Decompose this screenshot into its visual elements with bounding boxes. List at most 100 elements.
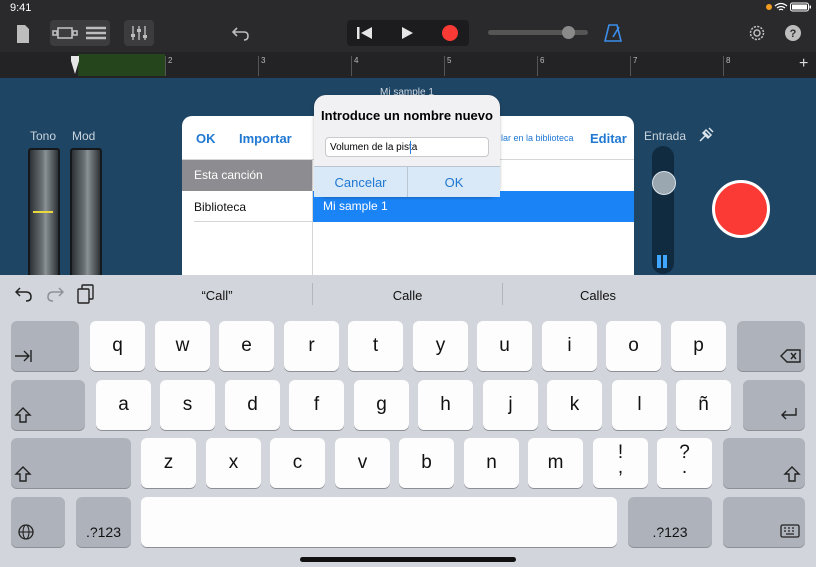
ruler-label: 7 bbox=[633, 56, 638, 65]
sidebar-item-label: Esta canción bbox=[194, 168, 263, 182]
delete-key[interactable] bbox=[737, 321, 805, 371]
key-w[interactable]: w bbox=[155, 321, 210, 371]
battery-icon bbox=[790, 2, 811, 12]
key-e[interactable]: e bbox=[219, 321, 274, 371]
key-b[interactable]: b bbox=[399, 438, 454, 488]
tab-key[interactable] bbox=[11, 321, 79, 371]
text-caret bbox=[410, 141, 411, 154]
key-v[interactable]: v bbox=[335, 438, 390, 488]
key-u[interactable]: u bbox=[477, 321, 532, 371]
home-indicator bbox=[300, 557, 516, 562]
key-z[interactable]: z bbox=[141, 438, 196, 488]
shift-key-right[interactable] bbox=[723, 438, 805, 488]
cycle-region bbox=[78, 54, 165, 76]
return-key[interactable] bbox=[743, 380, 805, 430]
help-icon[interactable]: ? bbox=[784, 24, 802, 42]
globe-key[interactable] bbox=[11, 497, 65, 547]
ruler-tick bbox=[723, 56, 724, 76]
sidebar-divider bbox=[194, 221, 312, 222]
undo-icon[interactable] bbox=[232, 24, 250, 42]
ruler-tick bbox=[351, 56, 352, 76]
add-track-button[interactable]: + bbox=[799, 55, 808, 73]
tono-label: Tono bbox=[30, 129, 57, 143]
key-g[interactable]: g bbox=[354, 380, 409, 430]
settings-icon[interactable] bbox=[748, 24, 766, 42]
record-button[interactable] bbox=[712, 180, 770, 238]
ruler-label: 5 bbox=[447, 56, 452, 65]
playhead-icon[interactable] bbox=[70, 55, 80, 75]
panel-ok-button[interactable]: OK bbox=[196, 131, 216, 146]
ruler-tick bbox=[444, 56, 445, 76]
key-c[interactable]: c bbox=[270, 438, 325, 488]
caps-shift-key[interactable] bbox=[11, 380, 85, 430]
input-plug-icon[interactable] bbox=[697, 126, 715, 144]
key-l[interactable]: l bbox=[612, 380, 667, 430]
key-s[interactable]: s bbox=[160, 380, 215, 430]
suggestion-2[interactable]: Calle bbox=[313, 288, 502, 303]
key-r[interactable]: r bbox=[284, 321, 339, 371]
numbers-key-left[interactable]: .?123 bbox=[76, 497, 131, 547]
wifi-icon bbox=[774, 2, 788, 11]
list-item-label: Mi sample 1 bbox=[323, 199, 388, 213]
input-level-knob[interactable] bbox=[652, 171, 676, 195]
tab-icon bbox=[15, 350, 32, 362]
hide-keyboard-key[interactable] bbox=[723, 497, 805, 547]
delete-icon bbox=[780, 349, 801, 363]
library-link[interactable]: lar en la biblioteca bbox=[501, 133, 574, 143]
key-k[interactable]: k bbox=[547, 380, 602, 430]
key-f[interactable]: f bbox=[289, 380, 344, 430]
pitch-wheel-marker bbox=[33, 211, 53, 213]
key-o[interactable]: o bbox=[606, 321, 661, 371]
key-exclaim-comma[interactable]: !, bbox=[593, 438, 648, 488]
record-icon[interactable] bbox=[441, 24, 459, 42]
return-icon bbox=[781, 408, 797, 420]
ruler-label: 6 bbox=[540, 56, 545, 65]
key-a[interactable]: a bbox=[96, 380, 151, 430]
key-x[interactable]: x bbox=[206, 438, 261, 488]
pitch-wheel[interactable] bbox=[28, 148, 60, 282]
space-bar[interactable] bbox=[141, 497, 617, 547]
key-question-period[interactable]: ?. bbox=[657, 438, 712, 488]
key-m[interactable]: m bbox=[528, 438, 583, 488]
orange-dot-icon bbox=[766, 4, 772, 10]
key-q[interactable]: q bbox=[90, 321, 145, 371]
globe-icon bbox=[17, 524, 34, 540]
key-p[interactable]: p bbox=[671, 321, 726, 371]
ruler-tick bbox=[630, 56, 631, 76]
key-t[interactable]: t bbox=[348, 321, 403, 371]
suggestion-3[interactable]: Calles bbox=[503, 288, 693, 303]
ruler-label: 3 bbox=[261, 56, 266, 65]
volume-knob[interactable] bbox=[562, 26, 575, 39]
shift-icon bbox=[14, 466, 32, 482]
kb-redo-icon[interactable] bbox=[46, 285, 64, 303]
ruler-tick bbox=[258, 56, 259, 76]
ruler-label: 8 bbox=[726, 56, 731, 65]
document-icon[interactable] bbox=[15, 24, 31, 44]
ok-button[interactable]: OK bbox=[408, 175, 500, 190]
key-j[interactable]: j bbox=[483, 380, 538, 430]
key-n-tilde[interactable]: ñ bbox=[676, 380, 731, 430]
key-h[interactable]: h bbox=[418, 380, 473, 430]
shift-key-left[interactable] bbox=[11, 438, 131, 488]
kb-undo-icon[interactable] bbox=[15, 285, 33, 303]
sidebar-item-biblioteca[interactable]: Biblioteca bbox=[194, 200, 246, 214]
rewind-icon[interactable] bbox=[355, 26, 375, 40]
import-button[interactable]: Importar bbox=[239, 131, 292, 146]
ruler-label: 2 bbox=[168, 56, 173, 65]
edit-button[interactable]: Editar bbox=[590, 131, 627, 146]
key-y[interactable]: y bbox=[413, 321, 468, 371]
metronome-icon[interactable] bbox=[604, 23, 622, 43]
suggestion-1[interactable]: “Call” bbox=[122, 288, 312, 303]
name-input[interactable] bbox=[325, 137, 489, 157]
play-icon[interactable] bbox=[400, 26, 414, 40]
paste-icon[interactable] bbox=[77, 284, 95, 304]
key-n[interactable]: n bbox=[464, 438, 519, 488]
input-level-meter bbox=[657, 255, 669, 268]
numbers-key-right[interactable]: .?123 bbox=[628, 497, 712, 547]
key-d[interactable]: d bbox=[225, 380, 280, 430]
cancel-button[interactable]: Cancelar bbox=[314, 175, 407, 190]
mod-wheel[interactable] bbox=[70, 148, 102, 282]
key-i[interactable]: i bbox=[542, 321, 597, 371]
shift-icon bbox=[782, 466, 801, 482]
mod-label: Mod bbox=[72, 129, 96, 143]
